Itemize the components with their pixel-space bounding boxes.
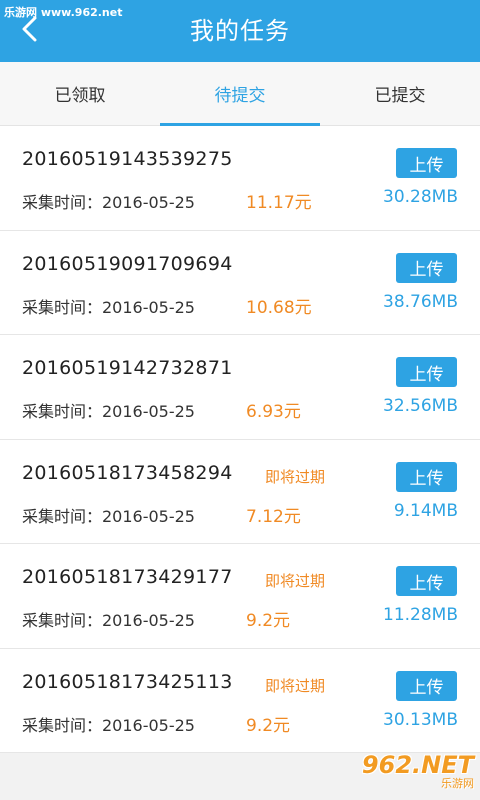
collect-date: 采集时间：2016-05-25: [22, 297, 195, 317]
collect-date: 采集时间：2016-05-25: [22, 506, 195, 526]
expire-badge: 即将过期: [265, 676, 326, 695]
watermark-logo-text: 962.NET: [361, 751, 474, 779]
upload-button[interactable]: 上传: [396, 670, 457, 701]
task-row[interactable]: 20160518173429177 即将过期 采集时间：2016-05-25 9…: [0, 544, 480, 649]
upload-button[interactable]: 上传: [396, 461, 457, 492]
task-row[interactable]: 20160518173425113 即将过期 采集时间：2016-05-25 9…: [0, 648, 480, 753]
task-id: 20160519091709694: [22, 252, 233, 275]
tab-submitted[interactable]: 已提交: [320, 62, 480, 125]
file-size: 30.28MB: [383, 187, 458, 207]
page-title: 我的任务: [190, 17, 290, 45]
watermark-logo: 962.NET 乐游网: [342, 750, 474, 794]
tab-received[interactable]: 已领取: [0, 62, 160, 125]
task-price: 7.12元: [246, 506, 301, 527]
collect-date: 采集时间：2016-05-25: [22, 193, 195, 212]
expire-badge: 即将过期: [265, 572, 326, 590]
file-size: 11.28MB: [383, 605, 458, 625]
upload-button[interactable]: 上传: [396, 148, 457, 178]
task-row[interactable]: 20160519091709694 采集时间：2016-05-25 10.68元…: [0, 230, 480, 335]
upload-button[interactable]: 上传: [396, 252, 457, 283]
task-id: 20160519143539275: [22, 148, 233, 170]
file-size: 38.76MB: [383, 291, 458, 312]
collect-date: 采集时间：2016-05-25: [22, 611, 195, 630]
task-price: 10.68元: [246, 297, 312, 318]
collect-date: 采集时间：2016-05-25: [22, 715, 195, 735]
task-list: 20160519143539275 采集时间：2016-05-25 11.17元…: [0, 126, 480, 753]
app-header: 乐游网 www.962.net 我的任务: [0, 0, 480, 62]
task-price: 9.2元: [246, 611, 291, 631]
task-row[interactable]: 20160518173458294 即将过期 采集时间：2016-05-25 7…: [0, 439, 480, 544]
task-row[interactable]: 20160519143539275 采集时间：2016-05-25 11.17元…: [0, 126, 480, 231]
task-row[interactable]: 20160519142732871 采集时间：2016-05-25 6.93元 …: [0, 335, 480, 440]
watermark-logo-sub: 乐游网: [441, 777, 474, 790]
task-price: 11.17元: [246, 193, 312, 213]
task-id: 20160519142732871: [22, 357, 233, 379]
task-id: 20160518173425113: [22, 670, 233, 693]
tab-pending[interactable]: 待提交: [160, 62, 320, 126]
upload-button[interactable]: 上传: [396, 566, 457, 596]
task-id: 20160518173458294: [22, 461, 233, 484]
collect-date: 采集时间：2016-05-25: [22, 402, 195, 421]
tab-bar: 已领取 待提交 已提交: [0, 62, 480, 126]
upload-button[interactable]: 上传: [396, 357, 457, 387]
task-id: 20160518173429177: [22, 566, 233, 588]
file-size: 9.14MB: [393, 500, 458, 521]
file-size: 32.56MB: [383, 396, 458, 416]
task-price: 9.2元: [246, 715, 291, 736]
task-price: 6.93元: [246, 402, 301, 422]
expire-badge: 即将过期: [265, 467, 326, 486]
file-size: 30.13MB: [383, 709, 458, 730]
